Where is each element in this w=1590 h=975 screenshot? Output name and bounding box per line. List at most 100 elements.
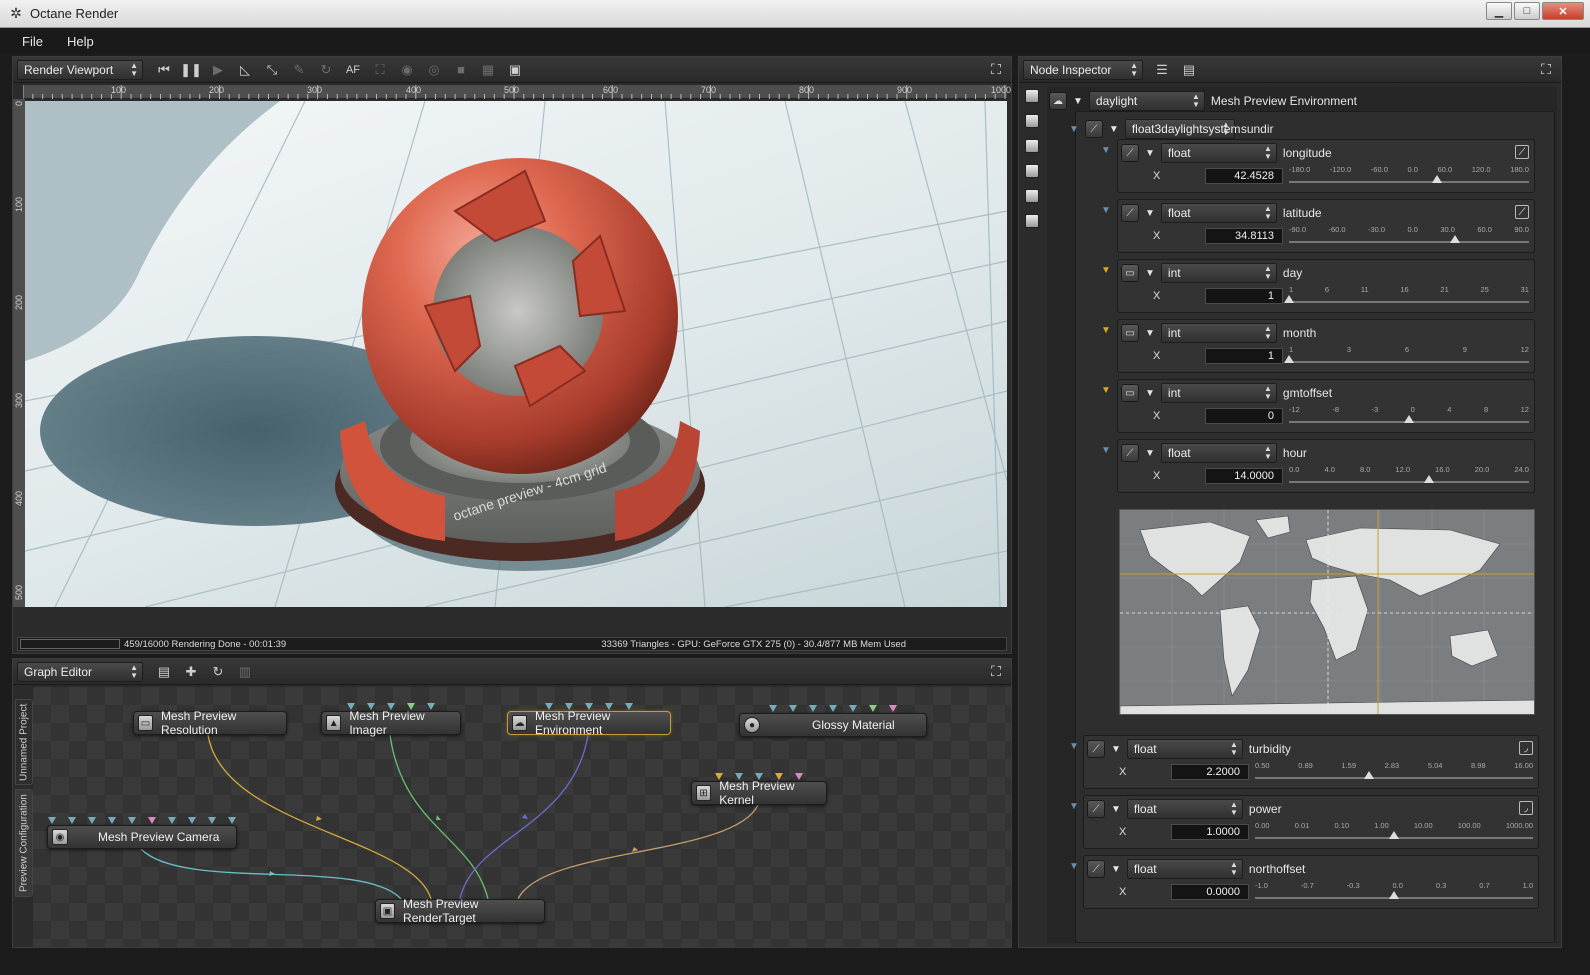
float-type-icon[interactable]: ⟋ bbox=[1121, 444, 1139, 462]
slider-thumb[interactable] bbox=[1423, 475, 1434, 483]
node-mesh-preview-imager[interactable]: ▲ Mesh Preview Imager bbox=[321, 703, 461, 737]
play-icon[interactable]: ▶ bbox=[207, 60, 229, 80]
add-node-icon[interactable]: ✚ bbox=[180, 662, 202, 682]
menu-file[interactable]: File bbox=[22, 34, 43, 49]
node-mesh-preview-resolution[interactable]: ▭ Mesh Preview Resolution bbox=[133, 709, 287, 737]
param-l1-value-input[interactable]: 1.0000 bbox=[1171, 824, 1249, 840]
pick-material-icon[interactable]: ⛶ bbox=[369, 60, 391, 80]
edit-curve-icon[interactable]: ⟋ bbox=[1515, 205, 1529, 219]
param-l0-type-select[interactable]: float ▲ ▼ bbox=[1126, 739, 1243, 759]
slider-thumb[interactable] bbox=[1284, 295, 1294, 303]
maximize-panel-icon[interactable]: ⛶ bbox=[987, 60, 1005, 78]
float-type-icon[interactable]: ⟋ bbox=[1087, 800, 1105, 818]
collapse-triangle-icon[interactable]: ▼ bbox=[1145, 148, 1155, 159]
param-2-type-select[interactable]: int ▲ ▼ bbox=[1160, 263, 1277, 283]
node-graph-canvas[interactable]: ▭ Mesh Preview Resolution ▲ Mesh Preview… bbox=[33, 687, 1011, 947]
slider-thumb[interactable] bbox=[1389, 891, 1399, 899]
rendertarget-shortcut-icon[interactable] bbox=[1025, 89, 1039, 103]
expand-triangle-icon[interactable]: ▼ bbox=[1069, 741, 1079, 752]
param-4-value-input[interactable]: 0 bbox=[1205, 408, 1283, 424]
expand-triangle-icon[interactable]: ▼ bbox=[1101, 325, 1111, 336]
link-icon[interactable]: ⟋ bbox=[1084, 120, 1103, 138]
float-type-icon[interactable]: ⟋ bbox=[1087, 860, 1105, 878]
param-l2-value-input[interactable]: 0.0000 bbox=[1171, 884, 1249, 900]
graph-panel-selector[interactable]: Graph Editor ▲ ▼ bbox=[17, 661, 143, 682]
maximize-panel-icon[interactable]: ⛶ bbox=[987, 662, 1005, 680]
collapse-triangle-icon[interactable]: ▼ bbox=[1111, 864, 1121, 875]
maximize-panel-icon[interactable]: ⛶ bbox=[1537, 60, 1555, 78]
inspector-panel-selector[interactable]: Node Inspector ▲ ▼ bbox=[1023, 59, 1143, 80]
param-0-slider[interactable] bbox=[1289, 181, 1529, 183]
imager-shortcut-icon[interactable] bbox=[1025, 189, 1039, 203]
node-mesh-preview-rendertarget[interactable]: ▣ Mesh Preview RenderTarget bbox=[375, 897, 545, 925]
param-l0-slider[interactable] bbox=[1255, 777, 1533, 779]
param-5-value-input[interactable]: 14.0000 bbox=[1205, 468, 1283, 484]
panel-selector[interactable]: Render Viewport ▲ ▼ bbox=[17, 59, 143, 80]
collapse-triangle-icon[interactable]: ▼ bbox=[1073, 96, 1083, 107]
collapse-triangle-icon[interactable]: ▼ bbox=[1145, 208, 1155, 219]
render-icon[interactable]: ▥ bbox=[234, 662, 256, 682]
expand-triangle-icon[interactable]: ▼ bbox=[1101, 205, 1111, 216]
expand-all-icon[interactable]: ▤ bbox=[1178, 60, 1200, 80]
refresh-icon[interactable]: ↻ bbox=[207, 662, 229, 682]
pause-icon[interactable]: ❚❚ bbox=[180, 60, 202, 80]
world-map[interactable] bbox=[1119, 509, 1535, 715]
float-type-icon[interactable]: ⟋ bbox=[1121, 144, 1139, 162]
fit-view-icon[interactable]: ⤡ bbox=[261, 60, 283, 80]
param-2-slider[interactable] bbox=[1289, 301, 1529, 303]
minimize-button[interactable]: ▁ bbox=[1486, 2, 1512, 20]
tab-unnamed-project[interactable]: Unnamed Project bbox=[15, 699, 33, 785]
root-type-select[interactable]: daylight ▲ ▼ bbox=[1088, 91, 1205, 111]
node-mesh-preview-environment[interactable]: ☁ Mesh Preview Environment bbox=[507, 703, 671, 737]
collapse-triangle-icon[interactable]: ▼ bbox=[1145, 448, 1155, 459]
expand-triangle-icon[interactable]: ▼ bbox=[1101, 265, 1111, 276]
environment-shortcut-icon[interactable] bbox=[1025, 164, 1039, 178]
tab-preview-configuration[interactable]: Preview Configuration bbox=[15, 789, 33, 897]
param-l2-type-select[interactable]: float ▲ ▼ bbox=[1126, 859, 1243, 879]
slider-thumb[interactable] bbox=[1404, 415, 1414, 423]
sundir-type-select[interactable]: float3daylightsystem ▲ ▼ bbox=[1124, 119, 1241, 139]
clay-mode-icon[interactable]: ◉ bbox=[396, 60, 418, 80]
param-0-type-select[interactable]: float ▲ ▼ bbox=[1160, 143, 1277, 163]
param-5-slider[interactable] bbox=[1289, 481, 1529, 483]
float-type-icon[interactable]: ⟋ bbox=[1121, 204, 1139, 222]
close-button[interactable]: ✕ bbox=[1542, 2, 1584, 20]
param-3-value-input[interactable]: 1 bbox=[1205, 348, 1283, 364]
int-type-icon[interactable]: ▭ bbox=[1121, 324, 1139, 342]
expand-triangle-icon[interactable]: ▼ bbox=[1069, 801, 1079, 812]
collapse-triangle-icon[interactable]: ▼ bbox=[1109, 124, 1119, 135]
expand-triangle-icon[interactable]: ▼ bbox=[1101, 145, 1111, 156]
param-4-type-select[interactable]: int ▲ ▼ bbox=[1160, 383, 1277, 403]
pick-af-icon[interactable]: ✎ bbox=[288, 60, 310, 80]
sub-sampling-icon[interactable]: ◎ bbox=[423, 60, 445, 80]
param-1-slider[interactable] bbox=[1289, 241, 1529, 243]
reset-camera-icon[interactable]: ↻ bbox=[315, 60, 337, 80]
node-glossy-material[interactable]: ● Glossy Material bbox=[739, 705, 927, 737]
int-type-icon[interactable]: ▭ bbox=[1121, 264, 1139, 282]
camera-shortcut-icon[interactable] bbox=[1025, 114, 1039, 128]
collapse-triangle-icon[interactable]: ▼ bbox=[1111, 744, 1121, 755]
expand-triangle-icon[interactable]: ▼ bbox=[1101, 445, 1111, 456]
lock-resolution-icon[interactable]: ▣ bbox=[504, 60, 526, 80]
edit-reset-icon[interactable]: ◞ bbox=[1519, 741, 1533, 755]
collapse-triangle-icon[interactable]: ▼ bbox=[1145, 268, 1155, 279]
param-5-type-select[interactable]: float ▲ ▼ bbox=[1160, 443, 1277, 463]
param-3-type-select[interactable]: int ▲ ▼ bbox=[1160, 323, 1277, 343]
param-0-value-input[interactable]: 42.4528 bbox=[1205, 168, 1283, 184]
load-mesh-icon[interactable]: ▤ bbox=[153, 662, 175, 682]
slider-thumb[interactable] bbox=[1450, 235, 1461, 243]
menu-help[interactable]: Help bbox=[67, 34, 94, 49]
node-mesh-preview-kernel[interactable]: ⊞ Mesh Preview Kernel bbox=[691, 773, 827, 807]
float-type-icon[interactable]: ⟋ bbox=[1087, 740, 1105, 758]
autofocus-button[interactable]: AF bbox=[342, 60, 364, 80]
collapse-triangle-icon[interactable]: ▼ bbox=[1145, 328, 1155, 339]
node-mesh-preview-camera[interactable]: ◉ Mesh Preview Camera bbox=[47, 817, 237, 849]
collapse-triangle-icon[interactable]: ▼ bbox=[1111, 804, 1121, 815]
collapse-all-icon[interactable]: ☰ bbox=[1151, 60, 1173, 80]
expand-triangle-icon[interactable]: ▼ bbox=[1069, 124, 1079, 135]
render-image[interactable]: octane preview - 4cm grid bbox=[25, 101, 1007, 607]
environment-node-icon[interactable]: ☁ bbox=[1049, 92, 1067, 110]
param-1-type-select[interactable]: float ▲ ▼ bbox=[1160, 203, 1277, 223]
param-l0-value-input[interactable]: 2.2000 bbox=[1171, 764, 1249, 780]
region-render-icon[interactable]: ■ bbox=[450, 60, 472, 80]
